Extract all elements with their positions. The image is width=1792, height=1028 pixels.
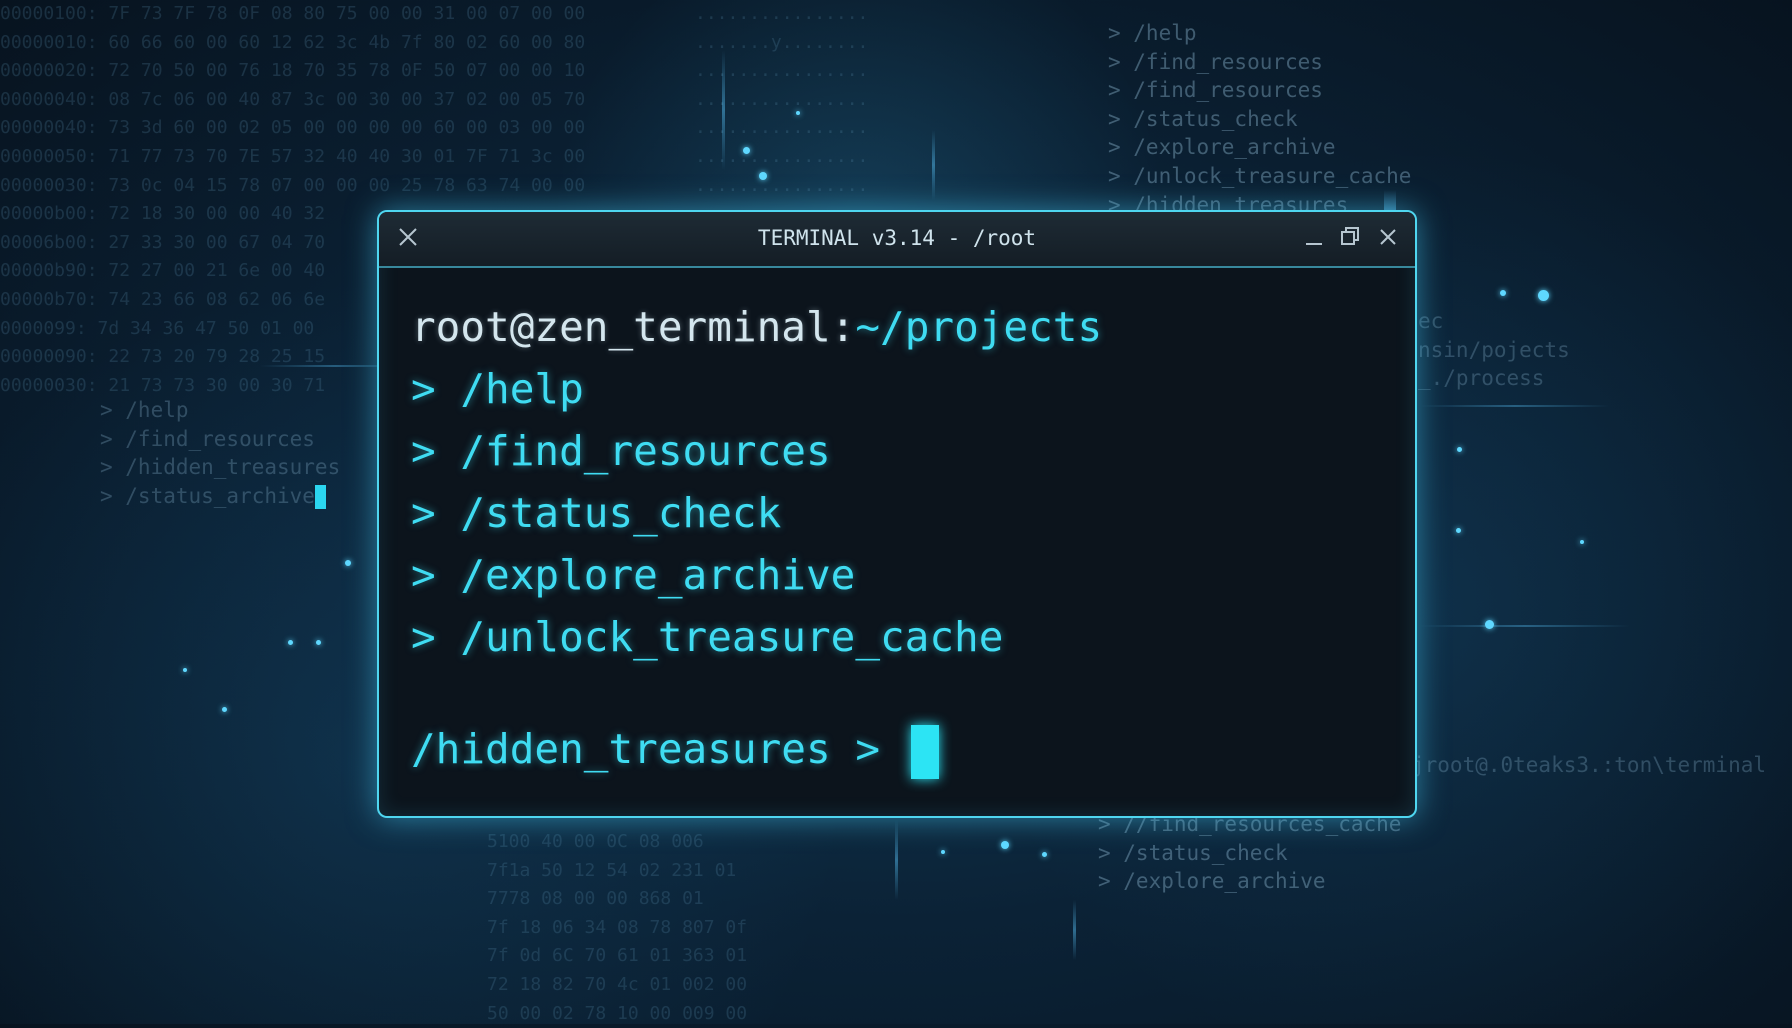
close-icon[interactable] [1375, 224, 1401, 250]
background-command-list-top-right: > /help > /find_resources > /find_resour… [1108, 21, 1412, 217]
particle [1538, 290, 1549, 301]
terminal-output: root@zen_terminal:~/projects > /help > /… [411, 296, 1102, 668]
background-command-list-left: > /help > /find_resources > /hidden_trea… [100, 396, 340, 510]
window-title: TERMINAL v3.14 - /root [757, 226, 1037, 250]
background-partial-text-right: ec nsin/pojects _./process [1418, 309, 1570, 391]
light-streak [722, 50, 725, 170]
command-line: > /status_check [411, 489, 782, 537]
background-hex-dump-middle: ................ .......y........ ......… [695, 3, 869, 196]
particle [1485, 620, 1494, 629]
command-line: > /help [411, 365, 584, 413]
light-streak [932, 130, 935, 200]
command-line: > /explore_archive [411, 551, 856, 599]
particle [1500, 290, 1506, 296]
light-streak [1420, 405, 1610, 407]
background-command-list-bottom-right: > //find_resources_cache > /status_check… [1098, 812, 1402, 894]
background-cursor-left [314, 484, 326, 509]
input-prompt[interactable]: /hidden_treasures > [411, 718, 939, 780]
terminal-window[interactable]: TERMINAL v3.14 - /root root@zen_terminal… [377, 210, 1417, 818]
command-line: > /find_resources [411, 427, 831, 475]
particle [1456, 528, 1461, 533]
particle [1580, 540, 1584, 544]
particle [345, 560, 351, 566]
light-streak [895, 820, 898, 900]
particle [1042, 852, 1047, 857]
title-bar[interactable]: TERMINAL v3.14 - /root [379, 212, 1415, 268]
user-host: root@zen_terminal: [411, 303, 856, 351]
prompt-label: /hidden_treasures > [411, 725, 905, 773]
prompt-header: root@zen_terminal:~/projects [411, 296, 1102, 358]
particle [1001, 841, 1009, 849]
text-cursor [910, 725, 939, 779]
current-path: ~/projects [855, 303, 1103, 351]
restore-icon[interactable] [1337, 224, 1363, 250]
particle [1457, 447, 1462, 452]
background-ghost-prompt: jroot@.0teaks3.:ton\terminal [1412, 753, 1767, 777]
minimize-icon[interactable] [1301, 224, 1327, 250]
particle [288, 640, 293, 645]
particle [743, 147, 750, 154]
particle [941, 850, 945, 854]
light-streak [1073, 900, 1076, 960]
particle [316, 640, 321, 645]
particle [222, 707, 227, 712]
particle [796, 111, 800, 115]
light-streak [1420, 625, 1630, 627]
command-line: > /unlock_treasure_cache [411, 613, 1004, 661]
particle [759, 172, 767, 180]
particle [183, 668, 187, 672]
background-hex-dump-bottom: 5100 40 00 0C 08 006 7f1a 50 12 54 02 23… [487, 831, 748, 1024]
background-command-list-left-text: > /help > /find_resources > /hidden_trea… [100, 398, 341, 508]
